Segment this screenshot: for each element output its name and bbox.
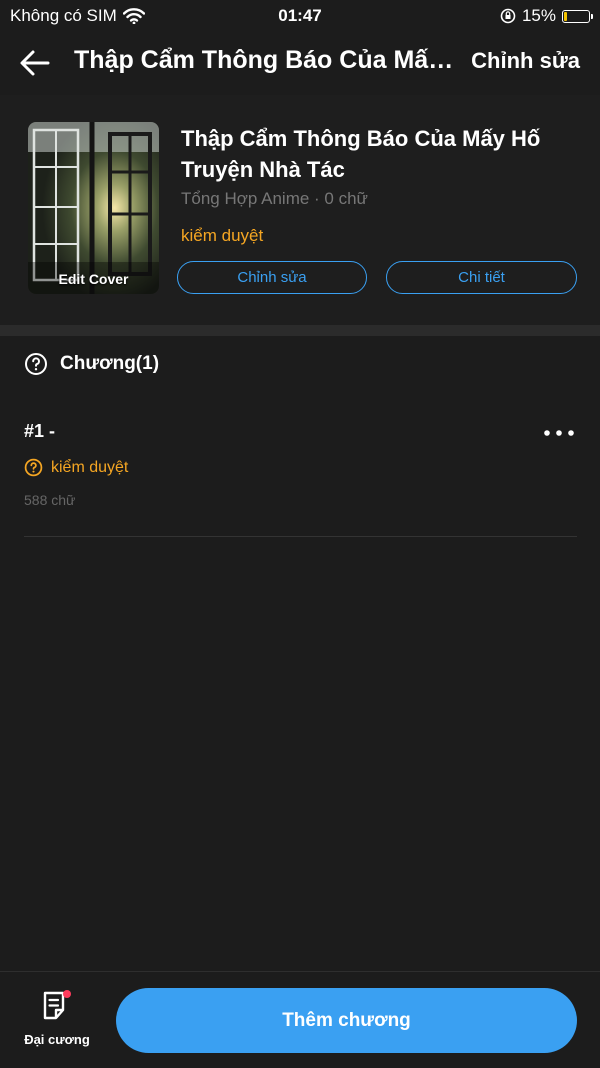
chapters-count-label: Chương(1) [60, 353, 160, 374]
book-cover[interactable]: Edit Cover [28, 122, 159, 294]
add-chapter-button[interactable]: Thêm chương [116, 988, 577, 1053]
book-meta: Tổng Hợp Anime · 0 chữ [181, 189, 368, 208]
battery-level [564, 11, 567, 21]
chapters-header: Chương(1) [24, 352, 159, 376]
edit-story-button[interactable]: Chỉnh sửa [471, 48, 580, 74]
edit-button[interactable]: Chỉnh sửa [177, 261, 367, 294]
chapter-status-label: kiểm duyệt [51, 458, 129, 476]
help-circle-icon[interactable] [24, 352, 48, 376]
book-info-panel: Edit Cover Thập Cẩm Thông Báo Của Mấy Hố… [0, 95, 600, 325]
battery-icon [562, 9, 593, 23]
outline-button[interactable]: Đại cương [18, 990, 96, 1054]
outline-label: Đại cương [24, 1032, 90, 1047]
status-right: 15% [500, 6, 593, 26]
more-icon[interactable] [543, 428, 575, 438]
book-status: kiểm duyệt [181, 226, 264, 245]
nav-bar: Thập Cẩm Thông Báo Của Mấy Hố Truyện Nhà… [0, 32, 600, 94]
outline-doc-icon [43, 990, 71, 1020]
battery-percent: 15% [521, 6, 556, 25]
edit-cover-label: Edit Cover [58, 271, 129, 287]
page-title: Thập Cẩm Thông Báo Của Mấy Hố Truyện Nhà… [74, 46, 458, 74]
notification-dot [63, 990, 71, 998]
pending-help-icon [24, 458, 43, 477]
chapter-number: #1 - [24, 421, 56, 441]
chapter-status: kiểm duyệt [24, 458, 128, 477]
chapter-word-count: 588 chữ [24, 492, 76, 508]
orientation-lock-icon [500, 8, 516, 24]
section-divider [0, 325, 600, 336]
bottom-bar: Đại cương Thêm chương [0, 971, 600, 1068]
book-title: Thập Cẩm Thông Báo Của Mấy Hố Truyện Nhà… [181, 126, 541, 182]
back-arrow-icon[interactable] [18, 46, 52, 80]
detail-button[interactable]: Chi tiết [386, 261, 577, 294]
cover-image [28, 122, 159, 294]
status-bar: Không có SIM 01:47 15% [0, 0, 600, 32]
chapter-row[interactable]: #1 - kiểm duyệt 588 chữ [24, 412, 577, 537]
